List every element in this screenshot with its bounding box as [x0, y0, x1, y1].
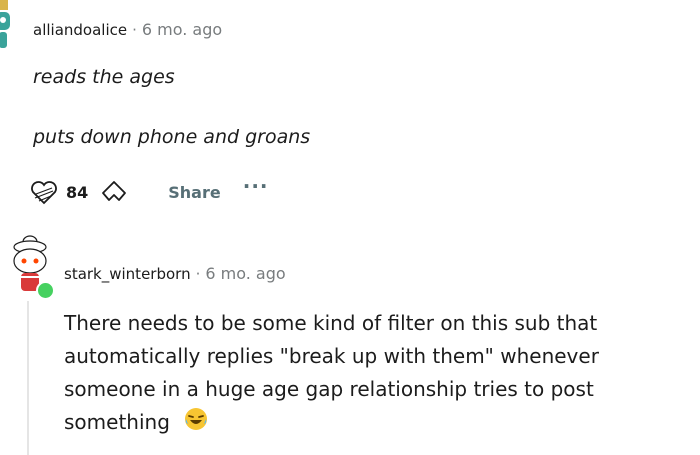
separator: · — [195, 264, 201, 283]
comment-actions: 84 Share ··· — [30, 174, 269, 207]
timestamp[interactable]: 6 mo. ago — [205, 264, 285, 283]
comment-text: There needs to be some kind of filter on… — [64, 311, 599, 434]
username[interactable]: stark_winterborn — [64, 265, 191, 283]
more-options-button[interactable]: ··· — [243, 174, 269, 198]
online-status-indicator — [36, 281, 55, 300]
comment-body: There needs to be some kind of filter on… — [64, 307, 674, 441]
upvote-icon[interactable] — [30, 179, 58, 205]
comment-meta: stark_winterborn · 6 mo. ago — [64, 264, 286, 283]
share-button[interactable]: Share — [168, 183, 220, 202]
comment-line-2: puts down phone and groans — [33, 126, 311, 148]
comment-2: stark_winterborn · 6 mo. ago There needs… — [0, 225, 700, 455]
downvote-icon[interactable] — [100, 179, 128, 205]
timestamp[interactable]: 6 mo. ago — [142, 20, 222, 39]
separator: · — [132, 20, 137, 39]
comment-line-1: reads the ages — [33, 66, 175, 88]
comment-meta: alliandoalice · 6 mo. ago — [33, 20, 222, 39]
username[interactable]: alliandoalice — [33, 21, 127, 39]
avatar[interactable] — [0, 0, 16, 50]
thread-line[interactable] — [27, 301, 29, 455]
vote-count: 84 — [66, 182, 89, 202]
laughing-emoji-icon — [184, 407, 208, 441]
comment-1: alliandoalice · 6 mo. ago reads the ages… — [0, 0, 700, 225]
